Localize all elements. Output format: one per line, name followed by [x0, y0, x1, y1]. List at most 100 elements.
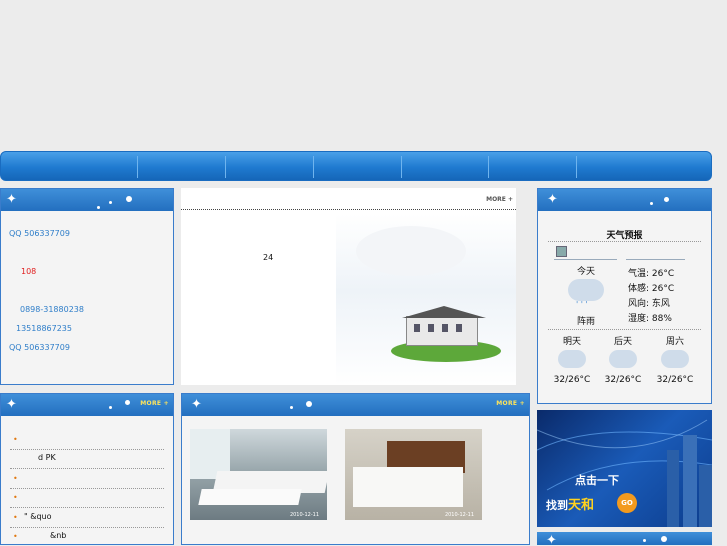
banner-line-1: 点击一下: [575, 474, 619, 487]
news-item[interactable]: d PK: [10, 449, 164, 469]
house-image: [336, 214, 516, 385]
weather-row: 气温: 26°C: [628, 269, 675, 279]
news-panel: ✦ MORE + • d PK • • • " &quo • &nb: [0, 393, 174, 545]
decor-dot: [125, 400, 130, 405]
news-item[interactable]: •: [10, 469, 164, 489]
decor-dot: [126, 196, 132, 202]
room-photo[interactable]: 2010-12-11: [345, 429, 482, 520]
nav-separator: [488, 156, 489, 178]
photos-panel-header: ✦ MORE +: [182, 394, 529, 416]
contact-qq[interactable]: QQ 506337709: [9, 229, 70, 238]
decor-dot: [109, 201, 112, 204]
bullet-icon: •: [13, 435, 18, 444]
room-photo[interactable]: 2010-12-11: [190, 429, 327, 520]
nav-separator: [225, 156, 226, 178]
bullet-icon: •: [13, 474, 18, 483]
weather-row-label: 风向: [628, 299, 647, 309]
go-button[interactable]: GO: [617, 493, 637, 513]
weather-row: 风向: 东风: [628, 299, 670, 309]
bullet-icon: •: [13, 513, 18, 522]
weather-row-label: 湿度: [628, 314, 647, 324]
forecast-day-label: 明天: [562, 337, 581, 347]
banner-line-2: 找到天和: [546, 494, 594, 513]
forecast-temp: 32/26°C: [604, 375, 642, 385]
news-item[interactable]: • &nb: [10, 527, 164, 546]
rain-drops-icon: ' ' ': [576, 300, 588, 309]
intro-number: 24: [263, 253, 274, 262]
rain-cloud-icon: [609, 350, 637, 368]
divider: [548, 329, 701, 330]
photo-date: 2010-12-11: [289, 512, 319, 518]
contact-mobile: 13518867235: [16, 324, 72, 333]
forecast-day: 周六 32/26°C: [653, 334, 697, 385]
bottom-panel-header: ✦: [537, 532, 712, 545]
sparkle-icon: ✦: [547, 192, 558, 207]
forecast-temp: 32/26°C: [656, 375, 694, 385]
banner-prefix: 找到: [546, 499, 568, 512]
decor-dot: [290, 406, 293, 409]
nav-separator: [401, 156, 402, 178]
decor-dot: [650, 202, 653, 205]
news-item[interactable]: •: [10, 488, 164, 508]
search-icon[interactable]: [556, 246, 567, 257]
intro-panel: MORE + 24: [181, 188, 516, 385]
news-panel-header: ✦ MORE +: [1, 394, 173, 416]
weather-row-label: 气温: [628, 269, 647, 279]
main-nav-bar: [0, 151, 712, 181]
contact-qq-2[interactable]: QQ 506337709: [9, 343, 70, 352]
news-item-title[interactable]: " &quo: [24, 512, 52, 521]
weather-title: 天气预报: [606, 231, 643, 241]
decor-dot: [661, 536, 667, 542]
sparkle-icon: ✦: [6, 192, 17, 207]
decor-dot: [306, 401, 312, 407]
nav-separator: [137, 156, 138, 178]
banner-brand: 天和: [568, 498, 595, 513]
rain-cloud-icon: [661, 350, 689, 368]
forecast-temp: 32/26°C: [553, 375, 591, 385]
weather-row-value: 26°C: [651, 284, 675, 294]
sparkle-icon: ✦: [191, 397, 202, 412]
forecast-day: 明天 32/26°C: [550, 334, 594, 385]
news-item-title[interactable]: d PK: [38, 453, 56, 462]
contact-phone: 0898-31880238: [20, 305, 84, 314]
contact-panel: ✦ QQ 506337709 108 0898-31880238 1351886…: [0, 188, 174, 385]
weather-row-label: 体感: [628, 284, 647, 294]
news-item[interactable]: •: [10, 430, 164, 450]
photo-date: 2010-12-11: [444, 512, 474, 518]
weather-row-value: 26°C: [651, 269, 675, 279]
divider: [548, 241, 701, 242]
nav-separator: [313, 156, 314, 178]
rain-cloud-icon: [568, 279, 604, 301]
city-input-line: [626, 259, 685, 260]
weather-row-value: 东风: [651, 299, 670, 309]
divider: [181, 209, 516, 210]
contact-rooms: 108: [21, 267, 37, 276]
city-input-line: [554, 259, 617, 260]
news-item-title[interactable]: &nb: [50, 531, 66, 540]
weather-panel-header: ✦: [538, 189, 711, 211]
promo-banner[interactable]: 点击一下 找到天和 GO: [537, 410, 712, 527]
contact-panel-header: ✦: [1, 189, 173, 211]
forecast-day: 后天 32/26°C: [601, 334, 645, 385]
rain-cloud-icon: [558, 350, 586, 368]
decor-dot: [97, 206, 100, 209]
forecast-day-label: 周六: [665, 337, 684, 347]
nav-separator: [576, 156, 577, 178]
weather-row: 湿度: 88%: [628, 314, 672, 324]
news-item[interactable]: • " &quo: [10, 508, 164, 528]
news-more-link[interactable]: MORE +: [140, 400, 169, 407]
weather-condition: 阵雨: [576, 317, 595, 327]
sparkle-icon: ✦: [6, 397, 17, 412]
weather-row: 体感: 26°C: [628, 284, 675, 294]
forecast-day-label: 后天: [613, 337, 632, 347]
photos-more-link[interactable]: MORE +: [496, 400, 525, 407]
sparkle-icon: ✦: [546, 533, 557, 545]
bullet-icon: •: [13, 493, 18, 502]
decor-dot: [109, 406, 112, 409]
bullet-icon: •: [13, 532, 18, 541]
room-photos-panel: ✦ MORE + 2010-12-11 2010-12-11: [181, 393, 530, 545]
weather-today-label: 今天: [576, 267, 595, 277]
intro-more-link[interactable]: MORE +: [486, 196, 513, 203]
decor-dot: [643, 539, 646, 542]
decor-dot: [664, 197, 669, 202]
